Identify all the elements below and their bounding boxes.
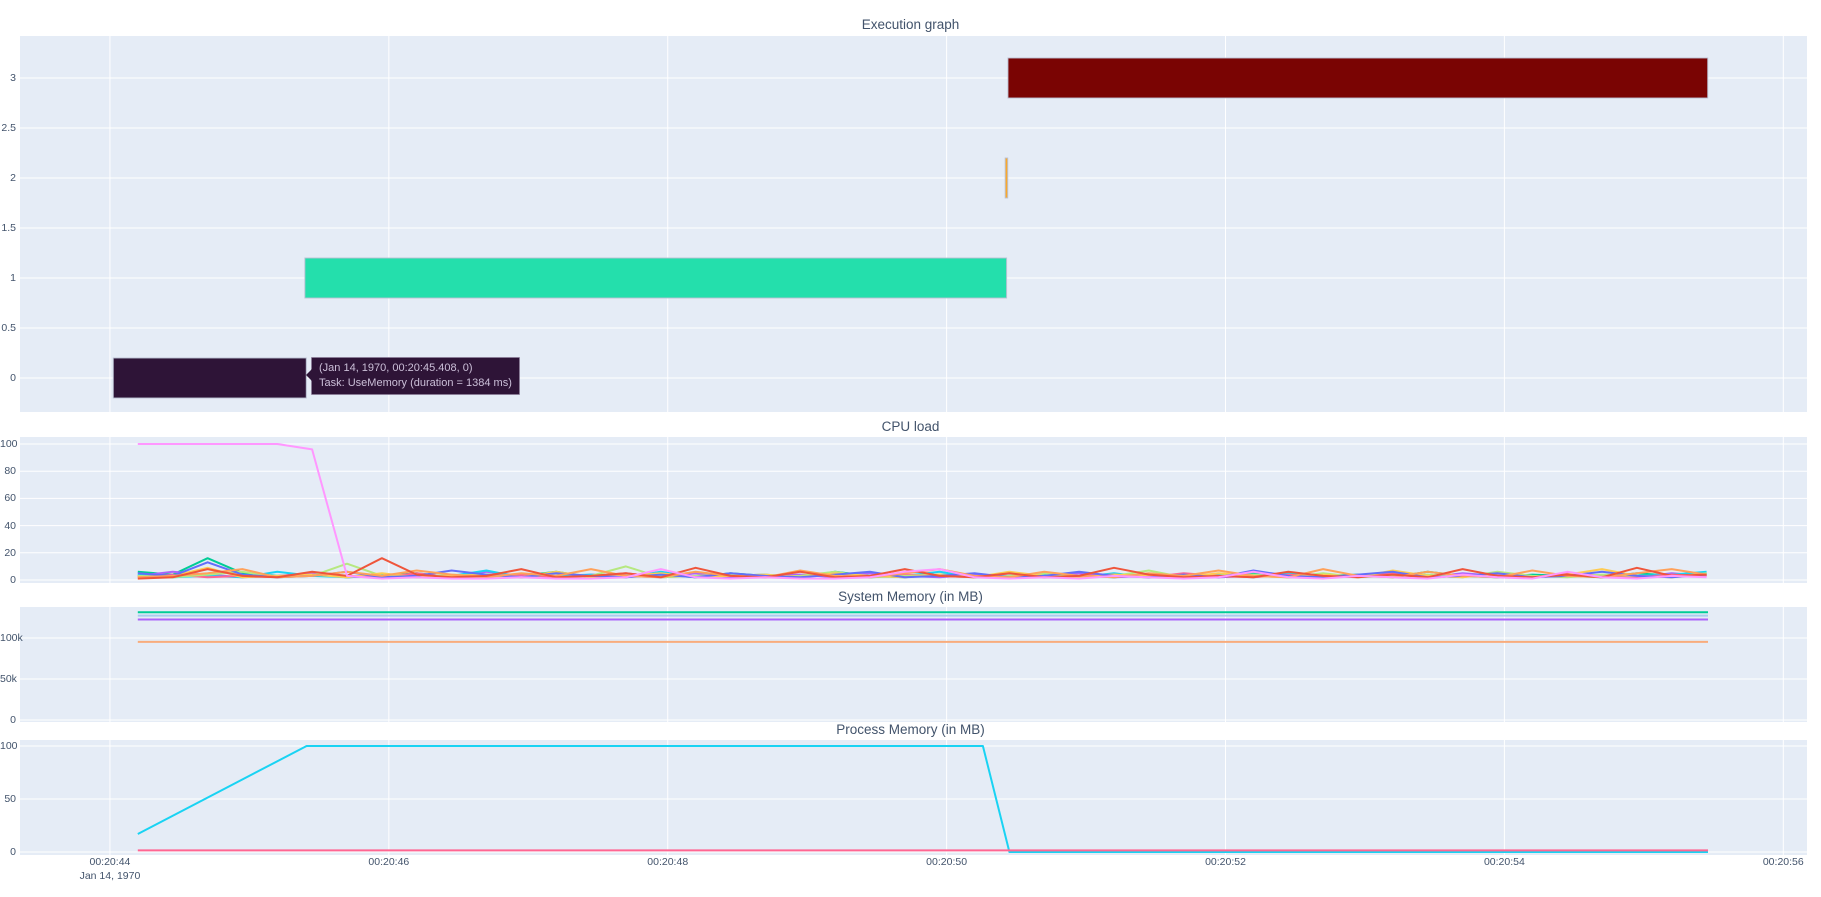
cpu-load-canvas [20,437,1807,583]
gantt-bar-task-row-3[interactable] [1008,58,1708,98]
y-tick-label: 50k [0,673,16,685]
execution-graph-canvas [20,36,1807,412]
system-memory-title: System Memory (in MB) [0,589,1821,604]
tooltip-timestamp: (Jan 14, 1970, 00:20:45.408, 0) [319,361,512,376]
y-tick-label: 1.5 [0,222,16,234]
system-memory-plot[interactable] [20,607,1807,722]
execution-graph-title: Execution graph [0,17,1821,32]
y-tick-label: 100 [0,438,16,450]
y-tick-label: 100 [0,740,16,752]
series-cpu-pink[interactable] [138,444,1707,579]
tooltip-task-info: Task: UseMemory (duration = 1384 ms) [319,376,512,391]
x-axis-date-label: Jan 14, 1970 [70,870,150,882]
x-tick-label: 00:20:56 [1743,856,1821,868]
gantt-bar-task-row-1[interactable] [305,258,1007,298]
y-tick-label: 50 [0,793,16,805]
cpu-load-title: CPU load [0,419,1821,434]
y-tick-label: 2 [0,172,16,184]
performance-dashboard: Execution graph CPU load System Memory (… [0,0,1821,897]
y-tick-label: 80 [0,465,16,477]
gantt-bar-task-row-2[interactable] [1005,158,1008,198]
execution-graph-plot[interactable] [20,36,1807,412]
y-tick-label: 0.5 [0,322,16,334]
y-tick-label: 2.5 [0,122,16,134]
y-tick-label: 0 [0,846,16,858]
x-tick-label: 00:20:46 [349,856,429,868]
x-tick-label: 00:20:54 [1464,856,1544,868]
y-tick-label: 0 [0,372,16,384]
x-tick-label: 00:20:48 [628,856,708,868]
y-tick-label: 1 [0,272,16,284]
x-tick-label: 00:20:50 [907,856,987,868]
process-memory-plot[interactable] [20,740,1807,855]
x-tick-label: 00:20:44 [70,856,150,868]
system-memory-canvas [20,607,1807,722]
cpu-load-plot[interactable] [20,437,1807,583]
y-tick-label: 3 [0,72,16,84]
y-tick-label: 0 [0,574,16,586]
y-tick-label: 20 [0,547,16,559]
y-tick-label: 100k [0,632,16,644]
y-tick-label: 40 [0,520,16,532]
process-memory-canvas [20,740,1807,855]
y-tick-label: 60 [0,492,16,504]
x-tick-label: 00:20:52 [1186,856,1266,868]
task-hover-tooltip: (Jan 14, 1970, 00:20:45.408, 0) Task: Us… [311,357,520,395]
gantt-bar-UseMemory[interactable] [113,358,306,398]
process-memory-title: Process Memory (in MB) [0,722,1821,737]
y-tick-label: 0 [0,714,16,726]
